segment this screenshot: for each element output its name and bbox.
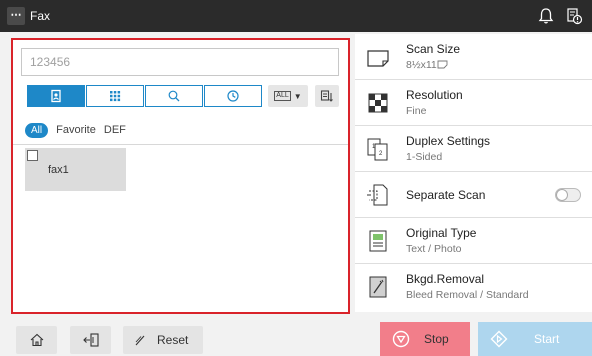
original-type-icon — [369, 230, 387, 252]
setting-original-type[interactable]: Original Type Text / Photo — [355, 218, 592, 264]
page-title: Fax — [30, 9, 51, 23]
clock-icon — [227, 90, 239, 102]
reset-button[interactable]: Reset — [123, 326, 203, 354]
separate-scan-icon — [367, 184, 388, 206]
separate-scan-toggle[interactable] — [555, 188, 581, 202]
home-button[interactable] — [16, 326, 57, 354]
setting-scan-size[interactable]: Scan Size 8½x11 — [355, 34, 592, 80]
setting-duplex[interactable]: 1 2 Duplex Settings 1-Sided — [355, 126, 592, 172]
setting-separate-scan[interactable]: Separate Scan — [355, 172, 592, 218]
stop-button[interactable]: Stop — [380, 322, 470, 356]
divider — [13, 144, 348, 145]
filter-def[interactable]: DEF — [104, 124, 126, 136]
home-icon — [30, 333, 43, 347]
logout-button[interactable] — [70, 326, 111, 354]
address-book-icon — [51, 89, 61, 103]
job-status-icon[interactable] — [563, 5, 585, 27]
address-mode-tabs — [27, 85, 263, 107]
setting-value: Bleed Removal / Standard — [406, 289, 529, 301]
tab-history[interactable] — [204, 85, 262, 107]
chevron-down-icon: ▼ — [293, 91, 302, 101]
top-bar: ⋯ Fax — [0, 0, 592, 32]
duplex-icon: 1 2 — [367, 138, 388, 161]
bkgd-removal-icon — [369, 276, 387, 298]
setting-label: Bkgd.Removal — [406, 272, 485, 286]
stop-icon — [392, 330, 410, 348]
setting-resolution[interactable]: Resolution Fine — [355, 80, 592, 126]
setting-bkgd-removal[interactable]: Bkgd.Removal Bleed Removal / Standard — [355, 264, 592, 310]
setting-label: Original Type — [406, 226, 477, 240]
start-icon — [490, 330, 508, 348]
setting-label: Separate Scan — [406, 188, 486, 202]
sort-button[interactable] — [315, 85, 339, 107]
entry-name: fax1 — [48, 164, 69, 176]
index-filter-bar: All Favorite DEF — [25, 122, 126, 138]
setting-label: Duplex Settings — [406, 134, 491, 148]
settings-panel: Scan Size 8½x11 Resolution Fine 1 2 Dupl… — [355, 34, 592, 312]
address-type-label: ALL — [274, 91, 291, 101]
address-type-dropdown[interactable]: ALL ▼ — [268, 85, 308, 107]
sort-icon — [320, 90, 333, 102]
setting-value: Text / Photo — [406, 243, 462, 255]
tab-search[interactable] — [145, 85, 203, 107]
setting-value: 8½x11 — [406, 59, 448, 71]
search-icon — [168, 90, 180, 102]
scan-size-icon — [367, 50, 389, 67]
setting-label: Scan Size — [406, 42, 461, 56]
fax-number-input[interactable]: 123456 — [21, 48, 339, 76]
keypad-icon — [110, 91, 121, 102]
destination-panel: 123456 ALL ▼ All Favorite DEF fax1 — [11, 38, 350, 314]
stop-label: Stop — [424, 332, 449, 346]
reset-brush-icon — [135, 335, 145, 346]
entry-checkbox[interactable] — [27, 150, 38, 161]
reset-label: Reset — [157, 333, 189, 347]
start-label: Start — [534, 332, 560, 346]
setting-label: Resolution — [406, 88, 463, 102]
paper-orientation-icon — [437, 60, 448, 69]
start-button[interactable]: Start — [478, 322, 592, 356]
tab-address-book[interactable] — [27, 85, 85, 107]
logout-icon — [82, 333, 99, 347]
filter-all[interactable]: All — [25, 122, 49, 138]
tab-keypad[interactable] — [86, 85, 144, 107]
menu-button[interactable]: ⋯ — [7, 7, 25, 25]
address-entry-fax1[interactable]: fax1 — [25, 148, 126, 191]
setting-value: Fine — [406, 105, 427, 117]
resolution-icon — [368, 93, 388, 113]
notification-bell-icon[interactable] — [535, 5, 557, 27]
filter-favorite[interactable]: Favorite — [56, 124, 96, 136]
setting-value: 1-Sided — [406, 151, 443, 163]
